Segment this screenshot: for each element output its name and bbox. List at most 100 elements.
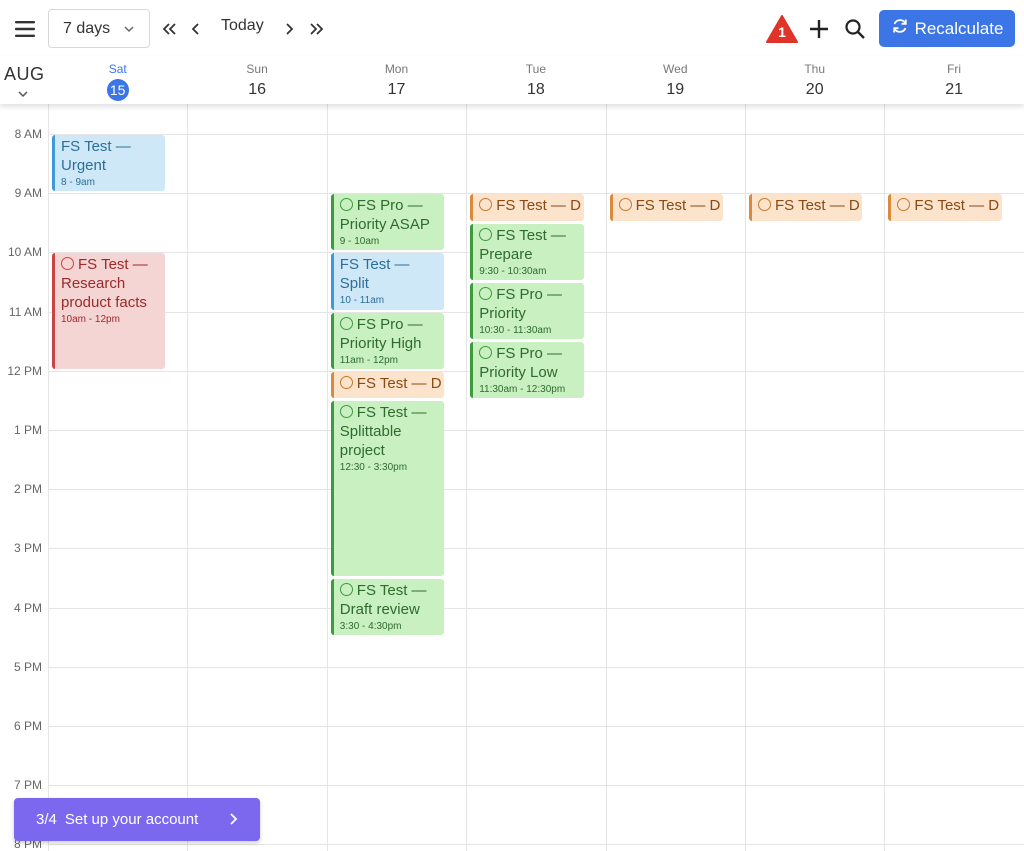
day-header-thu[interactable]: Thu 20 [745,62,884,99]
event-time: 10:30 - 11:30am [479,325,552,336]
recalculate-label: Recalculate [914,18,1004,38]
task-circle-icon[interactable] [339,316,353,330]
calendar-event[interactable]: FS Test — Urgent 8 - 9am [52,135,166,192]
time-label: 9 AM [14,186,42,201]
time-label: 12 PM [7,363,42,378]
task-circle-icon[interactable] [339,198,353,212]
time-label: 7 PM [13,778,42,793]
refresh-icon [891,17,909,40]
event-time: 10am - 12pm [61,314,120,326]
day-of-week: Sun [246,62,268,76]
event-title-line: FS Test — D [339,374,442,393]
task-circle-icon[interactable] [618,198,632,212]
task-circle-icon[interactable] [339,405,353,419]
calendar-event[interactable]: FS Test — D [888,194,1002,221]
day-number: 17 [387,81,406,98]
event-time: 12:30 - 3:30pm [339,462,408,474]
hour-line [48,785,1024,787]
event-title: FS Test — D [496,197,581,215]
calendar-grid[interactable]: 8 AM 9 AM 10 AM 11 AM 12 PM 1 PM 2 PM 3 PM 4 PM 5… [0,104,1024,851]
task-circle-icon[interactable] [479,346,493,360]
chevron-right-icon[interactable] [282,14,296,44]
day-header-wed[interactable]: Wed 19 [606,62,745,99]
month-label[interactable]: AUG [4,64,45,85]
event-title: FS Test — Draft review [339,582,427,618]
day-header-tue[interactable]: Tue 18 [466,62,605,99]
event-title: FS Test — D [914,197,1000,215]
event-title: FS Test — Research product facts [61,256,148,312]
task-circle-icon[interactable] [479,287,493,300]
day-header: AUG Sat 15 Sun 16 Mon 17 Tue 18 Wed 19 Thu 20 Fri 21 [0,56,1024,104]
time-label: 1 PM [13,423,42,437]
setup-label: Set up your account [64,811,199,828]
day-of-week: Tue [525,62,546,76]
event-title-line: FS Test — Urgent [61,137,161,175]
chevron-down-icon[interactable] [17,86,29,104]
warning-icon[interactable]: 1 [765,14,799,44]
calendar-event[interactable]: FS Pro — Priority 10:30 - 11:30am [470,283,584,340]
calendar-event[interactable]: FS Test — Split 10 - 11am [330,253,445,310]
add-icon[interactable] [806,14,832,44]
event-title: FS Test — D [635,197,721,215]
day-of-week: Wed [663,62,688,76]
event-title-line: FS Test — D [479,196,581,215]
recalculate-button[interactable]: Recalculate [879,10,1015,47]
calendar-event[interactable]: FS Test — D [609,194,723,221]
setup-progress: 3/4 [36,811,57,828]
calendar-event[interactable]: FS Test — Splittable project 12:30 - 3:30… [330,401,445,576]
hour-line [48,548,1024,550]
calendar-event[interactable]: FS Test — Draft review 3:30 - 4:30pm [330,579,445,636]
calendar-event[interactable]: FS Test — Research product facts 10am - 1… [52,253,166,369]
calendar-event[interactable]: FS Test — Prepare 9:30 - 10:30am [470,223,584,280]
menu-icon[interactable] [10,14,40,44]
day-header-fri[interactable]: Fri 21 [884,62,1023,99]
day-column-divider [466,104,467,851]
time-label: 3 PM [13,541,42,556]
chevron-left-icon[interactable] [189,14,203,44]
event-title-line: FS Pro — Priority Low [479,344,579,382]
event-title-line: FS Test — Research product facts [61,255,161,312]
day-of-week: Thu [804,62,826,76]
chevron-down-icon [123,22,135,40]
day-column-divider [884,104,885,851]
day-column-divider [48,104,49,851]
calendar-event[interactable]: FS Pro — Priority High 11am - 12pm [330,312,445,369]
task-circle-icon[interactable] [758,198,771,212]
day-of-week: Sat [108,62,127,76]
task-circle-icon[interactable] [339,583,353,596]
day-header-sun[interactable]: Sun 16 [187,62,326,99]
calendar-event[interactable]: FS Test — D [470,194,584,221]
calendar-event[interactable]: FS Test — D [749,194,863,221]
event-time: 9:30 - 10:30am [479,265,547,277]
alert-count: 1 [778,24,786,40]
task-circle-icon[interactable] [479,227,493,241]
day-number: 20 [805,81,824,98]
double-chevron-right-icon[interactable] [308,14,326,44]
today-button[interactable]: Today [221,17,264,35]
time-label: 11 AM [8,304,42,319]
task-circle-icon[interactable] [61,257,74,271]
calendar-event[interactable]: FS Pro — Priority ASAP 9 - 10am [330,194,445,251]
task-circle-icon[interactable] [479,198,493,212]
double-chevron-left-icon[interactable] [160,14,178,44]
event-time: 10 - 11am [339,295,385,307]
event-title-line: FS Test — D [618,196,721,215]
day-header-mon[interactable]: Mon 17 [327,62,466,99]
hour-line [48,489,1024,491]
event-title-line: FS Pro — Priority [479,285,579,323]
setup-account-button[interactable]: 3/4 Set up your account [14,798,260,841]
event-title-line: FS Test — D [897,196,1000,215]
event-title-line: FS Test — Draft review [339,581,440,619]
event-time: 8 - 9am [61,177,95,188]
range-select[interactable]: 7 days [48,9,150,48]
day-header-sat[interactable]: Sat 15 [48,62,187,101]
time-label: 8 AM [14,127,42,141]
task-circle-icon[interactable] [897,198,911,212]
event-title-line: FS Pro — Priority High [339,315,440,353]
calendar-event[interactable]: FS Test — D [330,371,445,399]
calendar-event[interactable]: FS Pro — Priority Low 11:30am - 12:30pm [470,342,584,399]
time-label: 10 AM [7,245,42,260]
search-icon[interactable] [842,14,868,44]
day-of-week: Fri [947,62,962,76]
task-circle-icon[interactable] [339,375,353,389]
